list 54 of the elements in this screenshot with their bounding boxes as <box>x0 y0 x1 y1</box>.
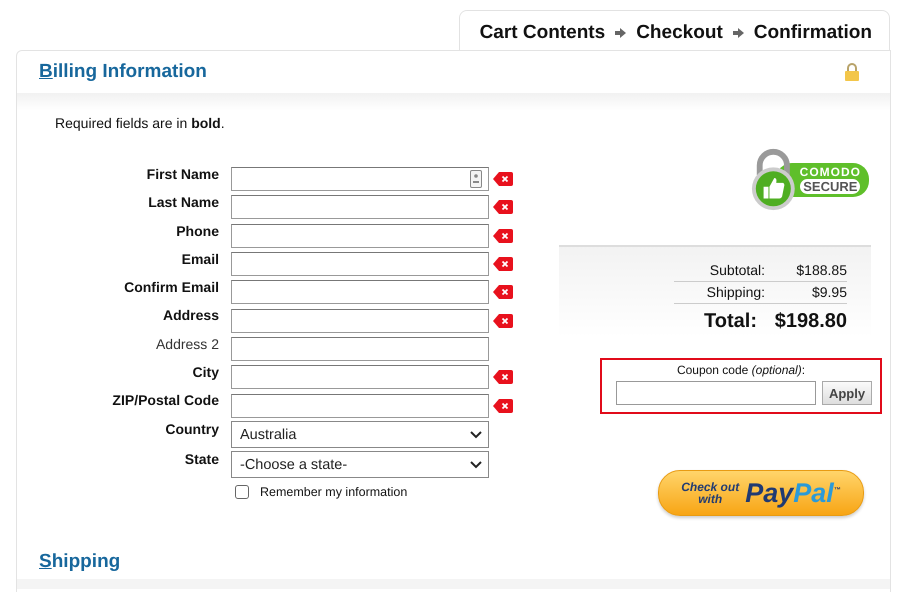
checkbox[interactable] <box>235 484 249 499</box>
lock-icon <box>844 63 860 81</box>
required-icon <box>493 285 513 300</box>
field-label: City <box>192 363 219 380</box>
required-icon <box>493 228 513 243</box>
field-label: Phone <box>175 222 219 239</box>
text-field[interactable] <box>231 195 489 220</box>
text-field[interactable] <box>231 365 489 390</box>
field-label: ZIP/Postal Code <box>111 391 219 408</box>
section-title[interactable]: Shipping <box>39 551 120 573</box>
arrow-icon <box>615 28 626 38</box>
security-seal: COMODO SECURE <box>749 147 869 213</box>
text-field[interactable] <box>231 336 489 361</box>
breadcrumb-step: Cart Contents <box>480 22 606 44</box>
coupon-label: Coupon code (optional): <box>676 363 806 377</box>
field-label: First Name <box>146 165 219 182</box>
dropdown[interactable]: -Choose a state- <box>231 451 489 478</box>
field-label: State <box>184 450 219 467</box>
section-title[interactable]: Billing Information <box>39 61 207 83</box>
contact-card-icon[interactable] <box>470 170 482 188</box>
arrow-icon <box>732 28 744 38</box>
coupon-field[interactable] <box>616 381 816 405</box>
field-label: Address <box>162 306 219 324</box>
dropdown[interactable]: Australia <box>231 421 489 448</box>
required-icon <box>493 370 513 384</box>
apply-button[interactable]: Apply <box>822 381 872 405</box>
field-label: Country <box>164 420 219 437</box>
text-field[interactable] <box>231 224 489 248</box>
required-icon <box>493 398 513 413</box>
checkbox-label[interactable]: Remember my information <box>260 484 408 499</box>
text-field[interactable] <box>231 252 489 276</box>
text-field[interactable] <box>231 308 489 333</box>
text-field[interactable] <box>231 394 489 418</box>
breadcrumb-step: Confirmation <box>754 22 872 44</box>
breadcrumb-step: Checkout <box>636 22 723 44</box>
text-field[interactable] <box>231 280 489 304</box>
total-value: $198.80 <box>774 310 847 333</box>
field-label: Last Name <box>147 193 219 210</box>
field-label: Email <box>180 250 219 267</box>
text-field[interactable] <box>231 167 489 192</box>
required-icon <box>493 257 513 272</box>
required-icon <box>493 172 513 186</box>
required-note: Required fields are in bold. <box>55 115 226 131</box>
total-value: $188.85 <box>795 262 847 278</box>
required-icon <box>493 314 513 328</box>
chevron-down-icon <box>470 460 482 469</box>
required-icon <box>493 200 513 214</box>
total-value: $9.95 <box>810 284 847 300</box>
field-label: Confirm Email <box>123 278 219 296</box>
chevron-down-icon <box>470 430 482 439</box>
total-label: Shipping: <box>706 284 766 300</box>
total-label: Total: <box>703 310 757 333</box>
field-label: Address 2 <box>154 334 219 352</box>
total-label: Subtotal: <box>708 262 766 278</box>
